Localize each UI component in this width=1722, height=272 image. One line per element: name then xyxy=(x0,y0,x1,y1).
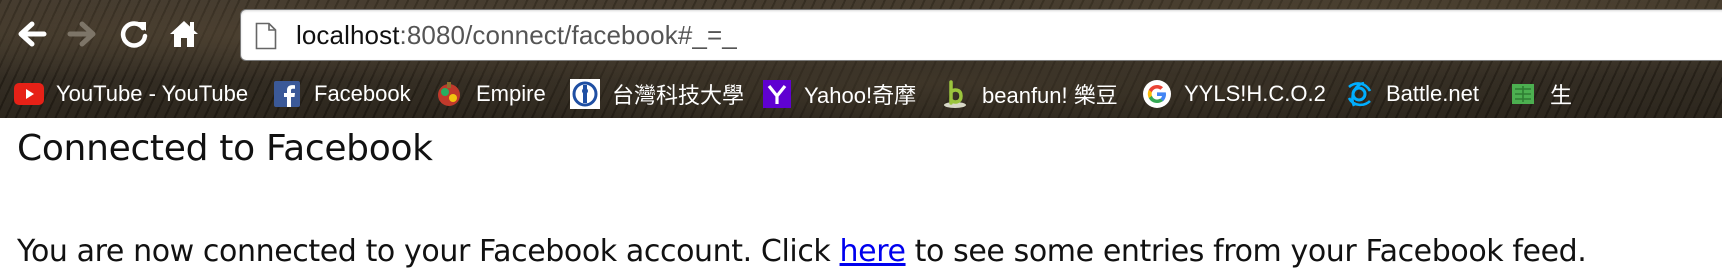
bookmark-label: Yahoo!奇摩 xyxy=(804,83,917,108)
forward-button[interactable] xyxy=(62,14,102,54)
bookmark-empire[interactable]: Empire xyxy=(434,74,546,114)
page-icon xyxy=(255,22,277,50)
browser-chrome: localhost:8080/connect/facebook#_=_ YouT… xyxy=(0,0,1722,118)
reload-icon xyxy=(120,21,148,48)
bookmark-yahoo[interactable]: Yahoo!奇摩 xyxy=(762,74,916,114)
bookmark-beanfun[interactable]: beanfun! 樂豆 xyxy=(940,74,1118,114)
google-icon xyxy=(1142,79,1172,109)
feed-link[interactable]: here xyxy=(840,234,906,269)
battlenet-icon xyxy=(1344,79,1374,109)
bookmark-youtube[interactable]: YouTube - YouTube xyxy=(14,74,248,114)
bookmark-label: beanfun! 樂豆 xyxy=(982,83,1118,108)
connected-message: You are now connected to your Facebook a… xyxy=(17,234,1587,269)
bookmark-label: 生 xyxy=(1550,83,1573,108)
facebook-icon xyxy=(272,79,302,109)
url-text[interactable]: localhost:8080/connect/facebook#_=_ xyxy=(296,10,737,60)
bookmark-ntust[interactable]: 台灣科技大學 xyxy=(570,74,744,114)
arrow-left-icon xyxy=(18,21,47,47)
back-button[interactable] xyxy=(12,14,52,54)
bookmark-battlenet[interactable]: Battle.net xyxy=(1344,74,1479,114)
home-button[interactable] xyxy=(164,14,204,54)
browser-toolbar: localhost:8080/connect/facebook#_=_ xyxy=(0,0,1722,70)
folder-icon xyxy=(1508,79,1538,109)
bookmark-facebook[interactable]: Facebook xyxy=(272,74,411,114)
address-bar[interactable]: localhost:8080/connect/facebook#_=_ xyxy=(240,9,1722,61)
yahoo-icon xyxy=(762,79,792,109)
beanfun-icon xyxy=(940,79,970,109)
bookmark-label: Facebook xyxy=(314,81,411,106)
bookmark-label: 台灣科技大學 xyxy=(612,83,745,108)
bookmark-label: Battle.net xyxy=(1386,81,1479,106)
bookmark-label: YouTube - YouTube xyxy=(56,81,249,106)
page-title: Connected to Facebook xyxy=(17,128,433,169)
bookmark-yyls[interactable]: YYLS!H.C.O.2 xyxy=(1142,74,1326,114)
message-text-after-link: to see some entries from your Facebook f… xyxy=(905,234,1587,269)
bookmark-folder[interactable]: 生 xyxy=(1508,74,1572,114)
url-host: localhost xyxy=(296,20,400,50)
reload-button[interactable] xyxy=(114,14,154,54)
youtube-icon xyxy=(14,79,44,109)
bookmark-label: YYLS!H.C.O.2 xyxy=(1184,81,1326,106)
home-icon xyxy=(170,21,198,47)
empire-icon xyxy=(434,79,464,109)
arrow-right-icon xyxy=(67,21,96,47)
bookmark-label: Empire xyxy=(476,81,546,106)
ntust-icon xyxy=(570,79,600,109)
message-text-before-link: You are now connected to your Facebook a… xyxy=(17,234,840,269)
bookmarks-bar: YouTube - YouTube Facebook Empire 台灣科技大學 xyxy=(0,70,1722,118)
url-path: :8080/connect/facebook#_=_ xyxy=(399,20,737,50)
